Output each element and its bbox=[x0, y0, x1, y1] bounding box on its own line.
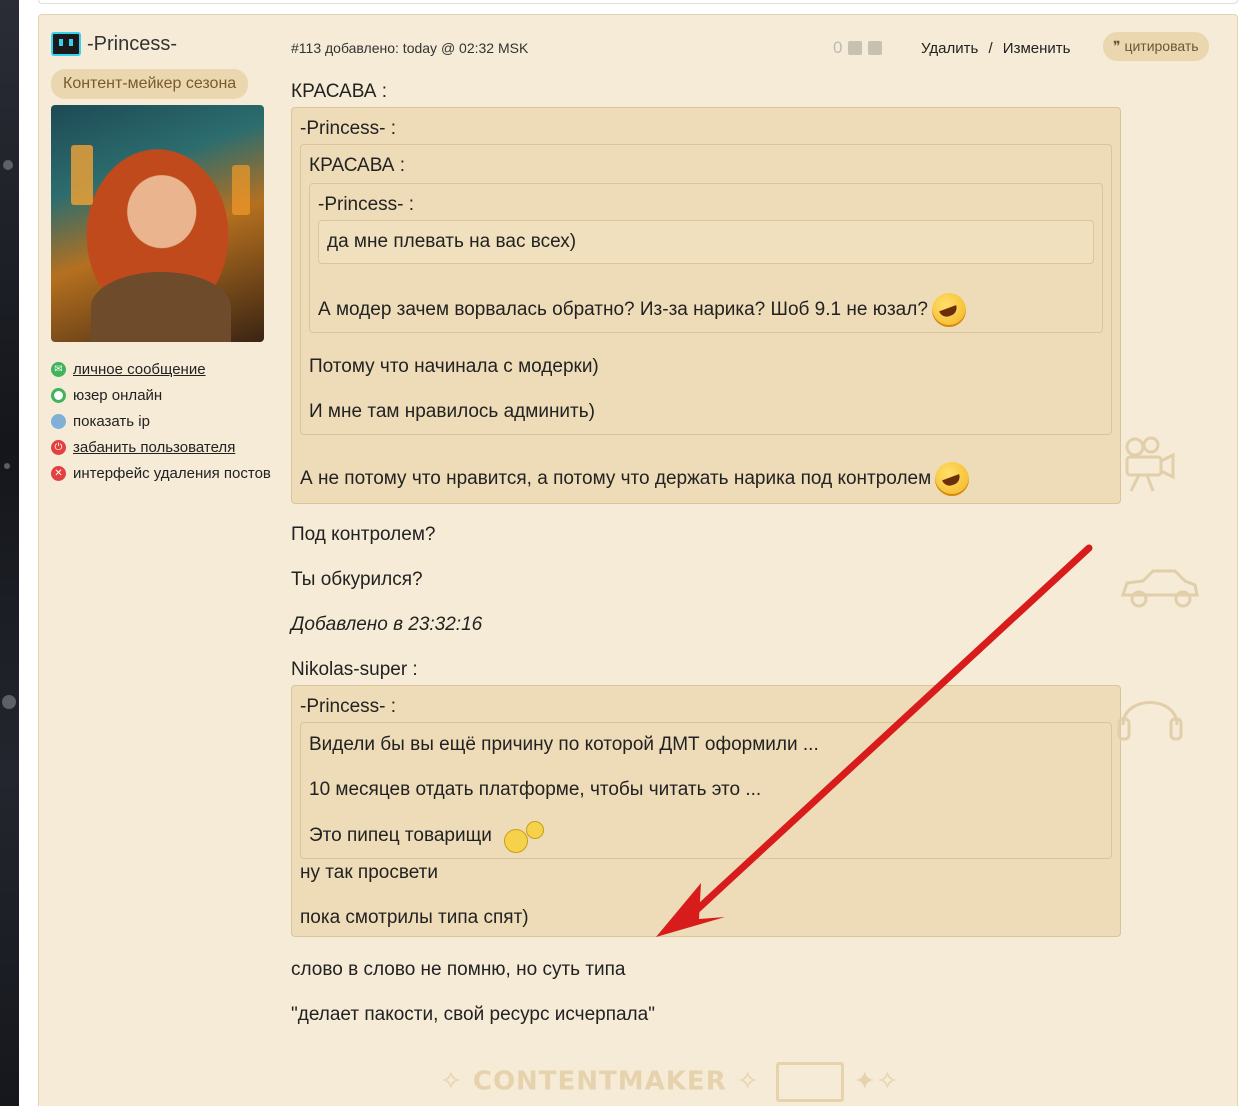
post-text: Под контролем? bbox=[291, 524, 436, 545]
post-text: "делает пакости, свой ресурс исчерпала" bbox=[291, 1004, 655, 1025]
show-ip-label[interactable]: показать ip bbox=[73, 413, 150, 430]
online-status-icon bbox=[51, 387, 66, 403]
quote-text: А модер зачем ворвалась обратно? Из-за н… bbox=[318, 299, 928, 320]
quote-block: Видели бы вы ещё причину по которой ДМТ … bbox=[300, 722, 1112, 859]
facepalm-emoji-icon bbox=[503, 821, 548, 853]
delete-link[interactable]: Удалить bbox=[921, 40, 978, 57]
quote-text: да мне плевать на вас всех) bbox=[318, 220, 1094, 264]
quote-author: Nikolas-super : bbox=[291, 659, 418, 680]
post-text: Ты обкурился? bbox=[291, 569, 423, 590]
background-strip bbox=[0, 0, 19, 1106]
quote-text: А не потому что нравится, а потому что д… bbox=[300, 468, 932, 489]
author-panel: -Princess- Контент-мейкер сезона ✉ лично… bbox=[51, 29, 286, 486]
ban-user-link[interactable]: ⏻ забанить пользователя bbox=[51, 434, 286, 460]
ban-user-label[interactable]: забанить пользователя bbox=[73, 439, 235, 456]
quote-author: КРАСАВА : bbox=[291, 81, 387, 102]
thumbs-down-icon[interactable] bbox=[868, 41, 883, 55]
quote-button-label: цитировать bbox=[1124, 38, 1199, 54]
close-circle-icon: ✕ bbox=[51, 465, 66, 481]
quote-text: Видели бы вы ещё причину по которой ДМТ … bbox=[309, 734, 819, 755]
avatar-detail bbox=[71, 145, 93, 205]
decor-dot bbox=[3, 160, 13, 170]
private-message-link[interactable]: ✉ личное сообщение bbox=[51, 356, 286, 382]
quote-block: КРАСАВА : -Princess- : да мне плевать на… bbox=[300, 144, 1112, 435]
monitor-icon bbox=[51, 413, 66, 429]
decor-dot bbox=[4, 463, 10, 469]
quote-text: пока смотрилы типа спят) bbox=[300, 907, 529, 928]
quote-text: 10 месяцев отдать платформе, чтобы читат… bbox=[309, 779, 762, 800]
rating-count: 0 bbox=[833, 38, 843, 57]
laughing-emoji-icon bbox=[935, 462, 970, 496]
headphones-icon bbox=[1117, 701, 1183, 741]
quote-paragraph: А не потому что нравится, а потому что д… bbox=[300, 461, 1112, 497]
post-header: #113 добавлено: today @ 02:32 MSK 0 Удал… bbox=[291, 32, 1231, 63]
sparkle-icon: ✦✧ bbox=[853, 1066, 900, 1097]
quote-author: КРАСАВА : bbox=[309, 155, 405, 176]
delete-posts-interface-label[interactable]: интерфейс удаления постов bbox=[73, 465, 271, 482]
previous-post-edge bbox=[38, 0, 1238, 4]
quote-paragraph: А модер зачем ворвалась обратно? Из-за н… bbox=[318, 292, 1094, 328]
show-ip-link[interactable]: показать ip bbox=[51, 408, 286, 434]
delete-posts-interface-link[interactable]: ✕ интерфейс удаления постов bbox=[51, 460, 286, 486]
post-content: КРАСАВА : -Princess- : КРАСАВА : -Prince… bbox=[291, 77, 1121, 1028]
quote-author: -Princess- : bbox=[318, 194, 415, 215]
decor-dot bbox=[2, 695, 16, 709]
car-icon bbox=[1120, 569, 1199, 608]
avatar[interactable] bbox=[51, 105, 264, 342]
post-rating: 0 bbox=[833, 38, 883, 58]
quote-author: -Princess- : bbox=[300, 118, 397, 139]
avatar-detail bbox=[232, 165, 250, 215]
quote-paragraph: Это пипец товарищи bbox=[309, 818, 1103, 854]
quote-block: -Princess- : Видели бы вы ещё причину по… bbox=[291, 685, 1121, 937]
quote-text: Потому что начинала с модерки) bbox=[309, 356, 599, 377]
quote-button[interactable]: ❞ цитировать bbox=[1103, 32, 1209, 61]
added-timestamp: Добавлено в 23:32:16 bbox=[291, 614, 483, 635]
quote-author: -Princess- : bbox=[300, 696, 397, 717]
user-online-label: юзер онлайн bbox=[73, 386, 163, 404]
contentmaker-watermark: ✧ CONTENTMAKER ✧ ✦✧ bbox=[440, 1062, 899, 1102]
sparkle-icon: ✧ bbox=[440, 1066, 463, 1097]
quote-text: ну так просвети bbox=[300, 862, 438, 883]
envelope-icon: ✉ bbox=[51, 361, 66, 377]
sparkle-icon: ✧ bbox=[736, 1066, 760, 1097]
user-status-icon bbox=[51, 32, 81, 56]
quote-icon: ❞ bbox=[1113, 38, 1121, 54]
post-text: слово в слово не помню, но суть типа bbox=[291, 959, 626, 980]
power-icon: ⏻ bbox=[51, 439, 66, 455]
actions-separator: / bbox=[988, 39, 993, 57]
book-icon bbox=[775, 1062, 844, 1102]
user-online-item: юзер онлайн bbox=[51, 382, 286, 408]
author-actions-list: ✉ личное сообщение юзер онлайн показать … bbox=[51, 356, 286, 486]
user-rank-badge: Контент-мейкер сезона bbox=[51, 69, 249, 99]
watermark-text: CONTENTMAKER bbox=[472, 1066, 727, 1097]
edit-link[interactable]: Изменить bbox=[1003, 40, 1071, 57]
quote-block: -Princess- : да мне плевать на вас всех)… bbox=[309, 183, 1103, 333]
private-message-label[interactable]: личное сообщение bbox=[73, 361, 206, 378]
quote-text: Это пипец товарищи bbox=[309, 825, 492, 846]
author-header: -Princess- bbox=[51, 29, 286, 59]
quote-block: -Princess- : КРАСАВА : -Princess- : да м… bbox=[291, 107, 1121, 504]
movie-camera-icon bbox=[1125, 436, 1175, 492]
post-actions: Удалить / Изменить bbox=[921, 40, 1070, 57]
avatar-detail bbox=[91, 272, 231, 342]
post-meta: #113 добавлено: today @ 02:32 MSK bbox=[291, 40, 529, 56]
forum-post: -Princess- Контент-мейкер сезона ✉ лично… bbox=[38, 14, 1238, 1106]
quote-text: И мне там нравилось админить) bbox=[309, 401, 595, 422]
author-name[interactable]: -Princess- bbox=[87, 33, 177, 56]
thumbs-up-icon[interactable] bbox=[848, 41, 863, 55]
laughing-emoji-icon bbox=[931, 293, 966, 327]
